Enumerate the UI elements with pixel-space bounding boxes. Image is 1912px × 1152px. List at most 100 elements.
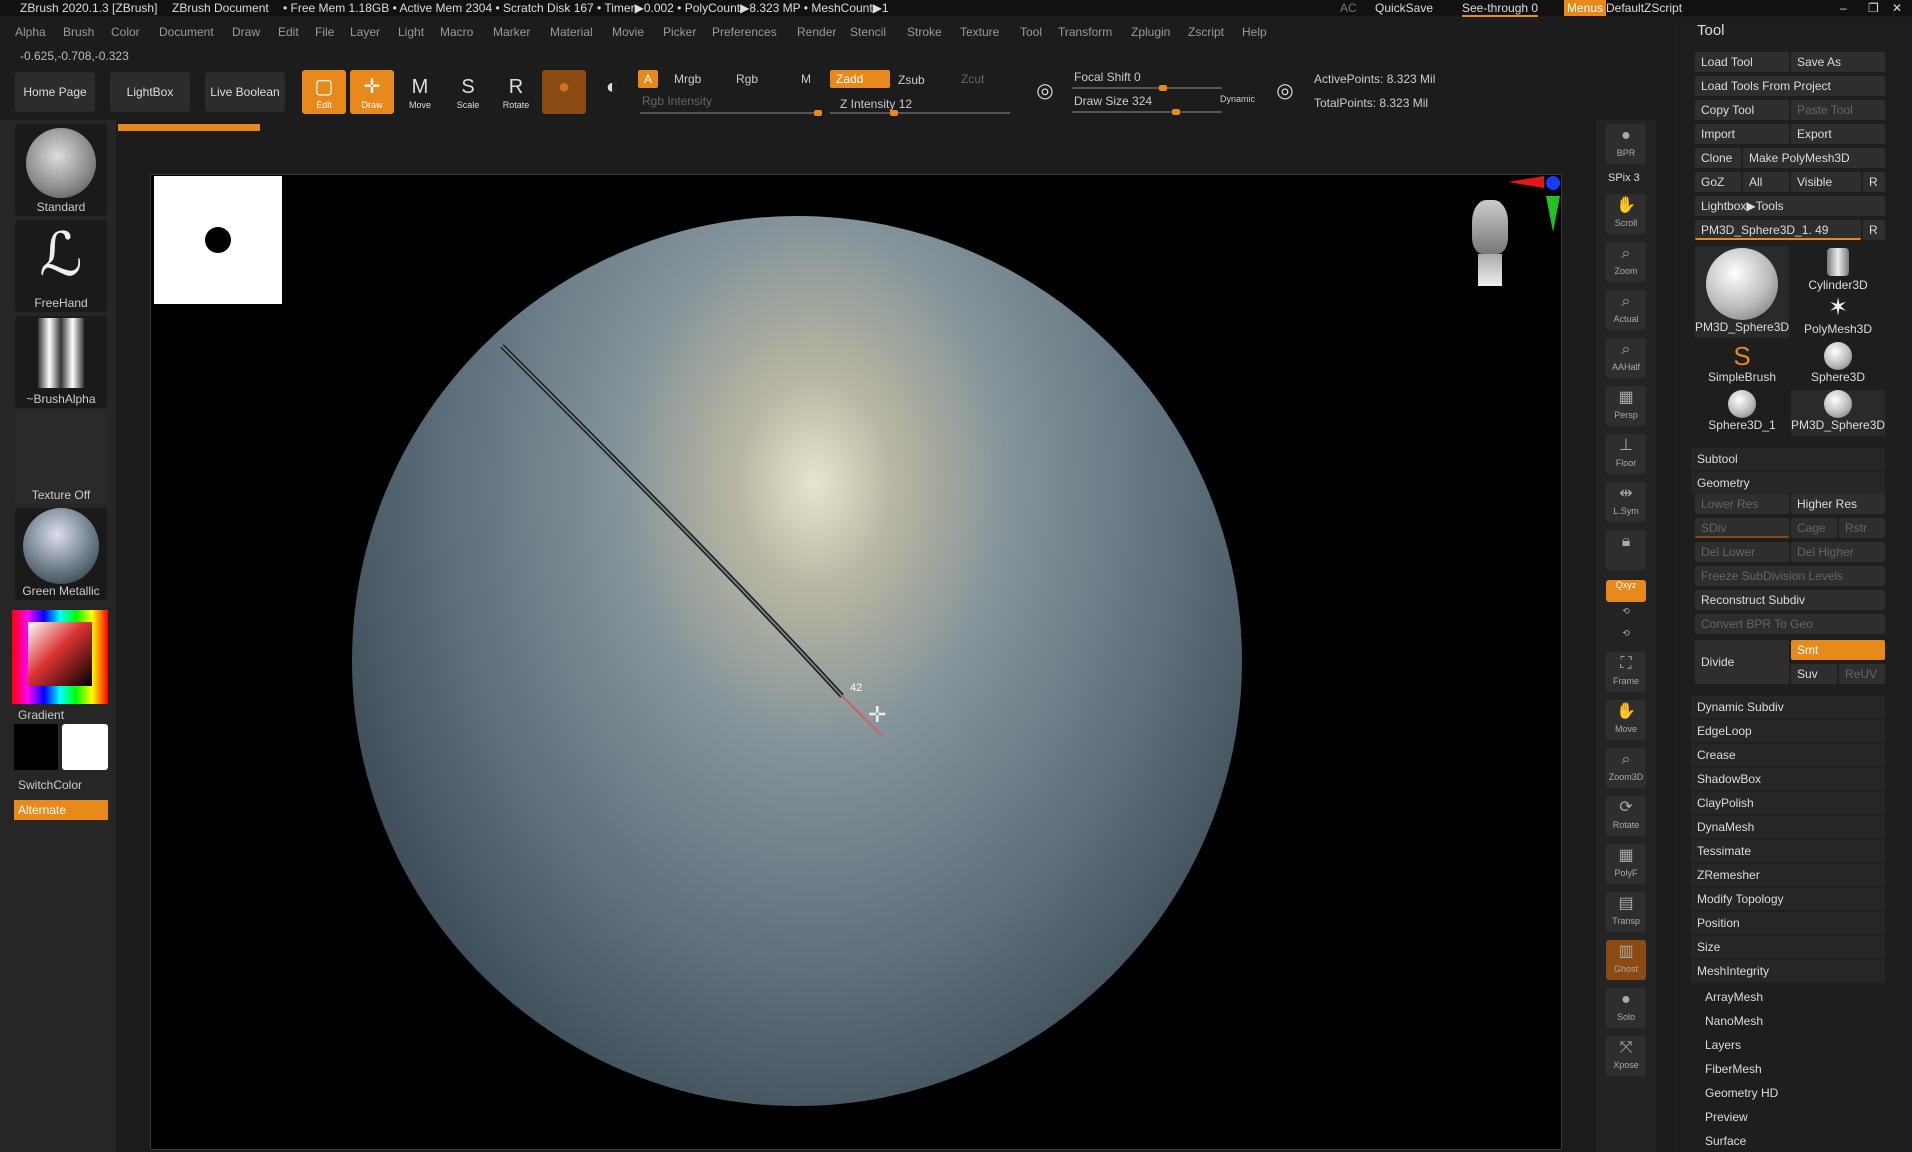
tool-thumb-pm3d-sphere-2[interactable]: PM3D_Sphere3D <box>1791 390 1885 436</box>
alpha-picker[interactable]: ~BrushAlpha <box>15 316 107 408</box>
crease-section[interactable]: Crease <box>1691 744 1885 766</box>
menu-item[interactable]: Stroke <box>907 25 942 39</box>
material-swatch[interactable]: ● <box>542 70 586 114</box>
focal-shift-slider[interactable] <box>1072 85 1222 91</box>
menu-item[interactable]: Marker <box>493 25 530 39</box>
material-picker[interactable]: Green Metallic <box>15 508 107 600</box>
rgb-intensity-slider[interactable] <box>640 110 822 116</box>
zremesher-section[interactable]: ZRemesher <box>1691 864 1885 886</box>
lightbox-tools-button[interactable]: Lightbox▶Tools <box>1695 196 1885 216</box>
draw-button[interactable]: ✛ Draw <box>350 70 394 114</box>
zcut-toggle[interactable]: Zcut <box>955 70 990 88</box>
goz-visible-button[interactable]: Visible <box>1791 172 1861 192</box>
menu-item[interactable]: Zscript <box>1188 25 1224 39</box>
layers-section[interactable]: Layers <box>1705 1038 1741 1052</box>
import-button[interactable]: Import <box>1695 124 1789 144</box>
a-toggle[interactable]: A <box>638 70 659 88</box>
lsym-button[interactable]: ⇹ L.Sym <box>1606 482 1646 522</box>
move-view-button[interactable]: ✋ Move <box>1606 700 1646 740</box>
menu-item[interactable]: Layer <box>350 25 380 39</box>
goz-all-button[interactable]: All <box>1743 172 1789 192</box>
goz-r-button[interactable]: R <box>1863 172 1885 192</box>
modify-topology-section[interactable]: Modify Topology <box>1691 888 1885 910</box>
dynamic-toggle[interactable]: Dynamic <box>1214 90 1261 108</box>
subtool-section[interactable]: Subtool <box>1691 448 1885 470</box>
meshintegrity-section[interactable]: MeshIntegrity <box>1691 960 1885 982</box>
geometry-section[interactable]: Geometry <box>1691 472 1885 494</box>
menu-item[interactable]: Help <box>1242 25 1267 39</box>
rgb-toggle[interactable]: Rgb <box>730 70 764 88</box>
mrgb-toggle[interactable]: Mrgb <box>668 70 707 88</box>
menu-item[interactable]: Render <box>797 25 836 39</box>
dynamic-size-button[interactable]: ◎ <box>1268 74 1302 108</box>
tool-thumb-polymesh[interactable]: ✶ PolyMesh3D <box>1791 294 1885 340</box>
menu-item[interactable]: Draw <box>232 25 260 39</box>
local-button[interactable]: 🔒︎ <box>1606 530 1646 570</box>
menu-item[interactable]: Movie <box>612 25 644 39</box>
freeze-subdiv-button[interactable]: Freeze SubDivision Levels <box>1695 566 1885 586</box>
xpose-button[interactable]: ⤧ Xpose <box>1606 1036 1646 1076</box>
menu-item[interactable]: Material <box>550 25 593 39</box>
menu-item[interactable]: Texture <box>960 25 999 39</box>
scroll-button[interactable]: ✋ Scroll <box>1606 194 1646 234</box>
cage-button[interactable]: Cage <box>1791 518 1837 538</box>
copy-tool-button[interactable]: Copy Tool <box>1695 100 1789 120</box>
bpr-button[interactable]: ● BPR <box>1606 124 1646 164</box>
rstr-button[interactable]: Rstr <box>1839 518 1885 538</box>
switch-color-button[interactable]: SwitchColor <box>18 778 82 792</box>
color-picker[interactable] <box>12 610 108 704</box>
transp-button[interactable]: ▤ Transp <box>1606 892 1646 932</box>
clone-button[interactable]: Clone <box>1695 148 1741 168</box>
geometry-hd-section[interactable]: Geometry HD <box>1705 1086 1778 1100</box>
qxyz-button[interactable]: Qxyz <box>1606 580 1646 602</box>
shadowbox-section[interactable]: ShadowBox <box>1691 768 1885 790</box>
polyf-button[interactable]: ▦ PolyF <box>1606 844 1646 884</box>
floor-button[interactable]: ⊥ Floor <box>1606 434 1646 474</box>
aahalf-button[interactable]: ⌕ AAHalf <box>1606 338 1646 378</box>
reuv-toggle[interactable]: ReUV <box>1839 664 1885 684</box>
close-icon[interactable]: ✕ <box>1892 1 1902 15</box>
ghost-button[interactable]: ▥ Ghost <box>1606 940 1646 980</box>
arraymesh-section[interactable]: ArrayMesh <box>1705 990 1763 1004</box>
stroke-picker[interactable]: ℒ FreeHand <box>15 220 107 312</box>
menu-item[interactable]: Transform <box>1058 25 1112 39</box>
current-tool-r-button[interactable]: R <box>1863 220 1885 240</box>
menu-item[interactable]: Brush <box>63 25 94 39</box>
position-section[interactable]: Position <box>1691 912 1885 934</box>
menu-item[interactable]: Color <box>111 25 140 39</box>
sdiv-slider[interactable]: SDiv <box>1695 518 1789 538</box>
menu-item[interactable]: Macro <box>440 25 473 39</box>
menu-item[interactable]: Stencil <box>850 25 886 39</box>
actual-button[interactable]: ⌕ Actual <box>1606 290 1646 330</box>
persp-button[interactable]: ▦ Persp <box>1606 386 1646 426</box>
secondary-color-swatch[interactable] <box>62 724 108 770</box>
smt-toggle[interactable]: Smt <box>1791 640 1885 660</box>
preview-section[interactable]: Preview <box>1705 1110 1748 1124</box>
rotate-y-icon[interactable]: ⟲ <box>1606 606 1646 626</box>
color-mode-button[interactable]: ◐ <box>590 70 634 114</box>
tool-thumb-sphere3d[interactable]: Sphere3D <box>1791 342 1885 388</box>
move-button[interactable]: M Move <box>398 70 442 114</box>
lower-res-button[interactable]: Lower Res <box>1695 494 1789 514</box>
convert-bpr-button[interactable]: Convert BPR To Geo <box>1695 614 1885 634</box>
tool-thumb-pm3d-sphere[interactable]: PM3D_Sphere3D <box>1695 246 1789 338</box>
tool-thumb-simplebrush[interactable]: S SimpleBrush <box>1695 342 1789 388</box>
paste-tool-button[interactable]: Paste Tool <box>1791 100 1885 120</box>
del-lower-button[interactable]: Del Lower <box>1695 542 1789 562</box>
rotate-view-button[interactable]: ⟳ Rotate <box>1606 796 1646 836</box>
alternate-button[interactable]: Alternate <box>14 800 108 820</box>
surface-section[interactable]: Surface <box>1705 1134 1746 1148</box>
menu-item[interactable]: Document <box>159 25 214 39</box>
dynamic-subdiv-section[interactable]: Dynamic Subdiv <box>1691 696 1885 718</box>
menu-item[interactable]: Preferences <box>712 25 777 39</box>
menus-toggle[interactable]: Menus <box>1564 0 1607 16</box>
divide-button[interactable]: Divide <box>1695 640 1789 684</box>
claypolish-section[interactable]: ClayPolish <box>1691 792 1885 814</box>
brush-picker[interactable]: Standard <box>15 124 107 216</box>
menu-item[interactable]: Zplugin <box>1131 25 1170 39</box>
menu-item[interactable]: Edit <box>278 25 299 39</box>
tool-thumb-cylinder[interactable]: Cylinder3D <box>1791 246 1885 292</box>
del-higher-button[interactable]: Del Higher <box>1791 542 1885 562</box>
frame-button[interactable]: ⛶ Frame <box>1606 652 1646 692</box>
export-button[interactable]: Export <box>1791 124 1885 144</box>
